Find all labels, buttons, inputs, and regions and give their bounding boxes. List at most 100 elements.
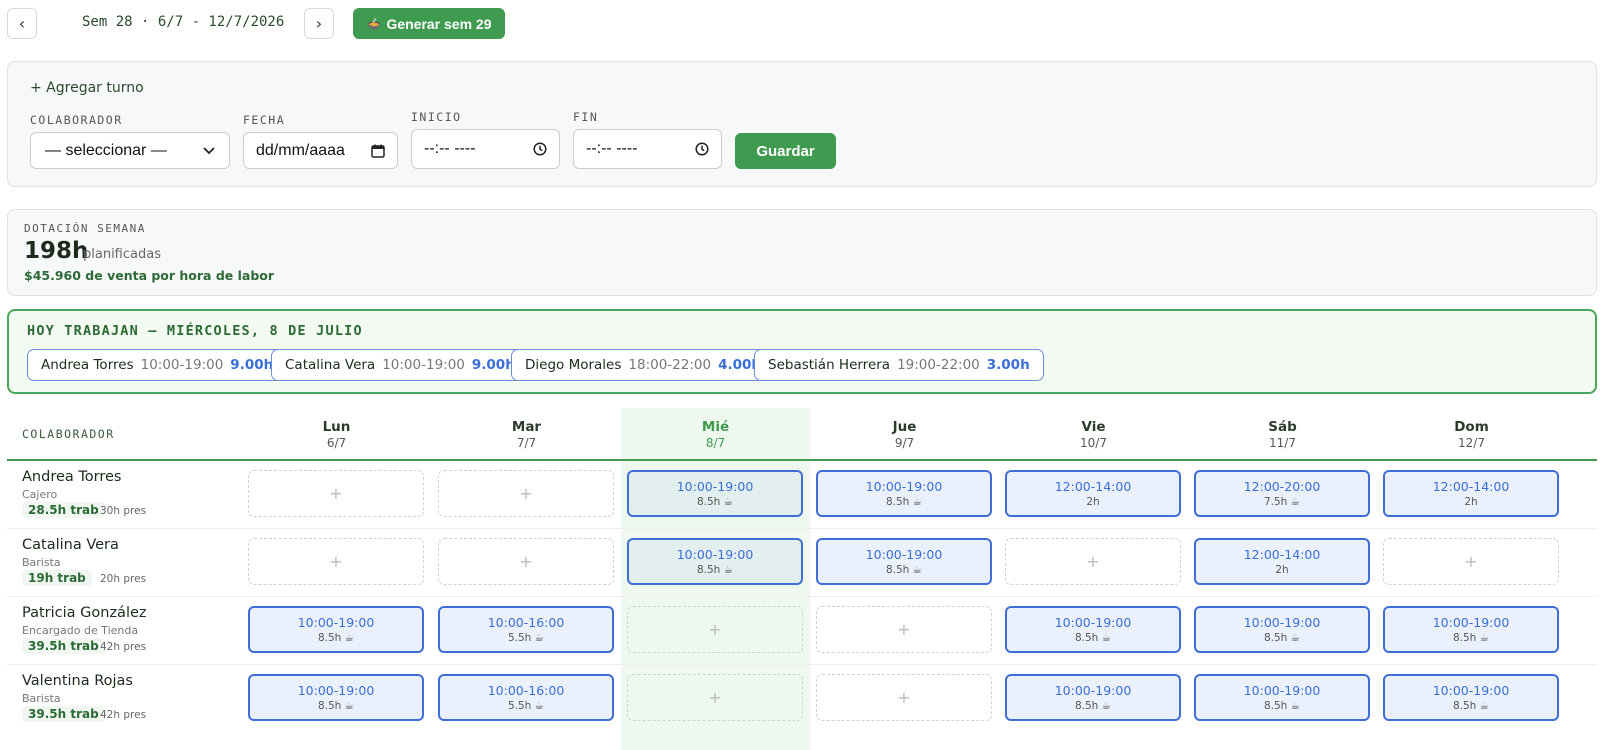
shift-hours: 8.5h ☕ (885, 564, 923, 576)
shift-time: 10:00-19:00 (1054, 615, 1132, 630)
shift-cell[interactable]: 12:00-14:00 2h (1194, 538, 1370, 585)
row-divider (7, 664, 1597, 665)
shift-hours: 8.5h ☕ (1263, 700, 1301, 712)
add-shift-cell[interactable]: + (438, 470, 614, 517)
chip-time: 10:00-19:00 (382, 357, 465, 373)
collaborator-label: COLABORADOR (30, 113, 123, 127)
shift-time: 10:00-19:00 (676, 479, 754, 494)
shift-hours: 2h (1086, 496, 1100, 508)
shift-cell[interactable]: 10:00-19:00 8.5h ☕ (1005, 606, 1181, 653)
shift-cell[interactable]: 10:00-19:00 8.5h ☕ (627, 470, 803, 517)
collaborator-select[interactable]: — seleccionar — (30, 132, 230, 169)
shift-cell[interactable]: 10:00-19:00 8.5h ☕ (1194, 674, 1370, 721)
shift-cell[interactable]: 10:00-19:00 8.5h ☕ (816, 538, 992, 585)
plus-icon: + (329, 484, 343, 503)
plus-icon: + (329, 552, 343, 571)
date-label: FECHA (243, 113, 286, 127)
schedule-grid: COLABORADOR Lun 6/7 Mar 7/7 Mié 8/7 Jue 9/7 Vie 1… (7, 408, 1597, 750)
collaborator-name: Patricia González (22, 605, 147, 621)
add-shift-cell[interactable]: + (816, 606, 992, 653)
add-shift-cell[interactable]: + (627, 606, 803, 653)
start-time-input[interactable]: --:-- ---- (411, 129, 560, 169)
start-label: INICIO (411, 110, 462, 124)
shift-cell[interactable]: 12:00-14:00 2h (1005, 470, 1181, 517)
shift-time: 10:00-19:00 (1243, 615, 1321, 630)
add-shift-cell[interactable]: + (248, 470, 424, 517)
shift-cell[interactable]: 10:00-19:00 8.5h ☕ (816, 470, 992, 517)
header-divider (7, 459, 1597, 461)
shift-cell[interactable]: 10:00-16:00 5.5h ☕ (438, 606, 614, 653)
chip-name: Catalina Vera (285, 357, 376, 373)
shift-time: 12:00-20:00 (1243, 479, 1321, 494)
week-label: Sem 28 · 6/7 - 12/7/2026 (82, 14, 285, 30)
shift-cell[interactable]: 10:00-19:00 8.5h ☕ (1383, 606, 1559, 653)
add-shift-cell[interactable]: + (627, 674, 803, 721)
shift-cell[interactable]: 10:00-19:00 8.5h ☕ (1383, 674, 1559, 721)
day-date: 7/7 (516, 436, 537, 450)
shift-hours: 5.5h ☕ (507, 700, 545, 712)
today-chip[interactable]: Andrea Torres 10:00-19:00 9.00h (27, 349, 288, 381)
clock-icon[interactable] (533, 142, 547, 156)
shift-cell[interactable]: 10:00-19:00 8.5h ☕ (248, 674, 424, 721)
shift-cell[interactable]: 10:00-19:00 8.5h ☕ (248, 606, 424, 653)
budget-hours: 42h pres (100, 709, 147, 721)
day-header: Dom 12/7 (1377, 419, 1566, 450)
row-divider (7, 596, 1597, 597)
shift-hours: 8.5h ☕ (317, 700, 355, 712)
today-chip[interactable]: Diego Morales 18:00-22:00 4.00h (511, 349, 776, 381)
clock-icon[interactable] (695, 142, 709, 156)
add-shift-cell[interactable]: + (816, 674, 992, 721)
budget-hours: 30h pres (100, 505, 147, 517)
day-name: Vie (1081, 419, 1106, 435)
day-date: 6/7 (326, 436, 347, 450)
end-time-placeholder: --:-- ---- (586, 140, 638, 157)
today-chip[interactable]: Sebastián Herrera 19:00-22:00 3.00h (754, 349, 1044, 381)
start-time-placeholder: --:-- ---- (424, 140, 476, 157)
add-shift-cell[interactable]: + (1383, 538, 1559, 585)
shift-cell[interactable]: 12:00-14:00 2h (1383, 470, 1559, 517)
add-shift-cell[interactable]: + (248, 538, 424, 585)
shift-time: 10:00-19:00 (1243, 683, 1321, 698)
shift-hours: 8.5h ☕ (696, 564, 734, 576)
shift-cell[interactable]: 12:00-20:00 7.5h ☕ (1194, 470, 1370, 517)
day-header: Vie 10/7 (999, 419, 1188, 450)
worked-hours: 28.5h trab (22, 502, 105, 518)
bowl-icon: 🍲 (366, 16, 382, 31)
collaborator-name: Andrea Torres (22, 469, 122, 485)
next-week-button[interactable]: › (304, 8, 334, 39)
plus-icon: + (708, 620, 722, 639)
add-shift-title: + Agregar turno (30, 80, 144, 96)
chip-time: 18:00-22:00 (628, 357, 712, 373)
date-input[interactable]: dd/mm/aaaa (243, 132, 398, 169)
chip-hours: 9.00h (471, 357, 515, 373)
shift-cell[interactable]: 10:00-19:00 8.5h ☕ (1005, 674, 1181, 721)
save-button[interactable]: Guardar (735, 133, 836, 169)
add-shift-cell[interactable]: + (438, 538, 614, 585)
chip-hours: 3.00h (986, 357, 1030, 373)
day-date: 8/7 (705, 436, 726, 450)
day-date: 10/7 (1080, 436, 1107, 450)
shift-cell[interactable]: 10:00-16:00 5.5h ☕ (438, 674, 614, 721)
calendar-icon[interactable] (371, 144, 385, 158)
plus-icon: + (897, 620, 911, 639)
previous-week-button[interactable]: ‹ (7, 8, 37, 39)
shift-hours: 8.5h ☕ (1074, 700, 1112, 712)
shift-cell[interactable]: 10:00-19:00 8.5h ☕ (1194, 606, 1370, 653)
collaborator-role: Barista (22, 556, 61, 569)
generate-week-button[interactable]: 🍲 Generar sem 29 (353, 8, 505, 39)
row-divider (7, 528, 1597, 529)
add-shift-cell[interactable]: + (1005, 538, 1181, 585)
budget-hours: 42h pres (100, 641, 147, 653)
plus-icon: + (897, 688, 911, 707)
day-name: Mar (511, 419, 542, 435)
sales-per-labor-hour: $45.960 de venta por hora de labor (24, 268, 275, 283)
staffing-label: DOTACIÓN SEMANA (24, 222, 146, 235)
week-navigation: ‹ Sem 28 · 6/7 - 12/7/2026 › 🍲 Generar s… (7, 8, 527, 40)
end-time-input[interactable]: --:-- ---- (573, 129, 722, 169)
weekly-staffing-card: DOTACIÓN SEMANA 198h planificadas $45.96… (7, 209, 1597, 296)
chevron-right-icon: › (315, 14, 323, 33)
shift-hours: 2h (1275, 564, 1289, 576)
today-chip[interactable]: Catalina Vera 10:00-19:00 9.00h (271, 349, 529, 381)
shift-cell[interactable]: 10:00-19:00 8.5h ☕ (627, 538, 803, 585)
shift-hours: 8.5h ☕ (317, 632, 355, 644)
